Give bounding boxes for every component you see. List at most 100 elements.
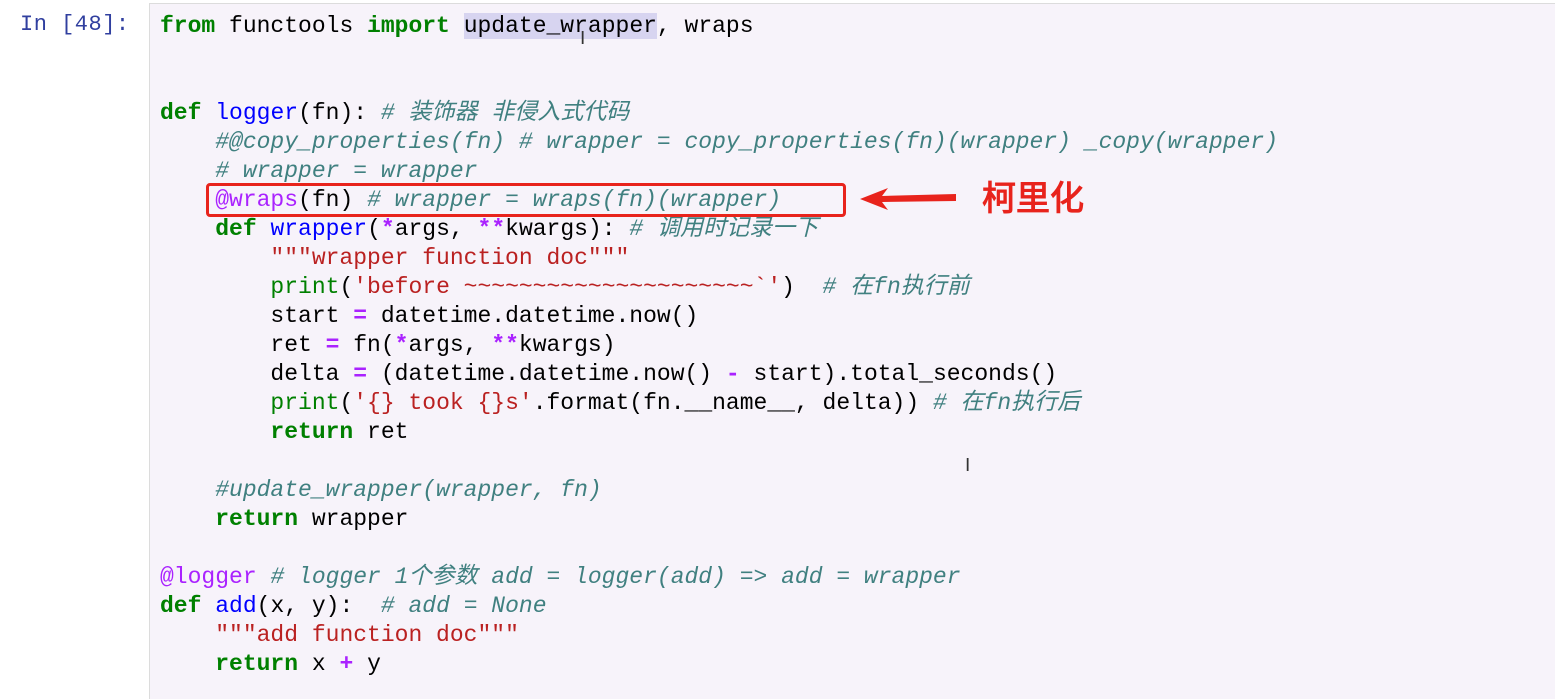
code-token: return xyxy=(270,419,354,445)
text-cursor-icon: I xyxy=(965,455,971,476)
code-token: wrapper xyxy=(298,506,409,532)
code-token: .format(fn.__name__, delta)) xyxy=(532,390,933,416)
code-token: # logger 1个参数 add = logger(add) => add =… xyxy=(270,564,961,590)
code-token: - xyxy=(725,361,740,387)
code-token: """add function doc""" xyxy=(215,622,519,648)
code-token: (datetime.datetime.now() xyxy=(367,361,726,387)
code-line[interactable]: return ret xyxy=(160,418,1278,447)
code-token: = xyxy=(353,361,368,387)
code-token: = xyxy=(353,303,368,329)
code-line[interactable]: def logger(fn): # 装饰器 非侵入式代码 xyxy=(160,99,1278,128)
code-token: add xyxy=(215,593,257,619)
code-line[interactable]: #update_wrapper(wrapper, fn) xyxy=(160,476,1278,505)
code-token: y xyxy=(353,651,381,677)
code-token: ret xyxy=(160,332,326,358)
code-token: ** xyxy=(491,332,519,358)
code-token: (fn): xyxy=(298,100,381,126)
code-line[interactable]: ret = fn(*args, **kwargs) xyxy=(160,331,1278,360)
code-token: ( xyxy=(339,274,354,300)
code-token: print xyxy=(270,390,340,416)
code-token: update_wrapper xyxy=(463,13,657,39)
code-line[interactable]: def add(x, y): # add = None xyxy=(160,592,1278,621)
code-token: wrapper xyxy=(270,216,368,242)
code-line[interactable]: #@copy_properties(fn) # wrapper = copy_p… xyxy=(160,128,1278,157)
code-token: import xyxy=(367,13,450,39)
code-token: * xyxy=(394,332,409,358)
code-token: args, xyxy=(408,332,492,358)
code-token: (x, y): xyxy=(256,593,381,619)
code-token: ** xyxy=(477,216,506,242)
code-line[interactable]: print('{} took {}s'.format(fn.__name__, … xyxy=(160,389,1278,418)
code-token: start xyxy=(160,303,354,329)
code-editor[interactable]: from functools import update_wrapper, wr… xyxy=(160,12,1278,679)
code-line[interactable]: return x + y xyxy=(160,650,1278,679)
text-cursor-icon: I xyxy=(580,28,586,49)
code-token: + xyxy=(339,651,354,677)
code-line[interactable] xyxy=(160,41,1278,70)
code-token: # wrapper = wrapper xyxy=(215,158,478,184)
code-token: ret xyxy=(353,419,409,445)
cell-prompt: In [48]: xyxy=(20,12,130,37)
code-token: args, xyxy=(394,216,478,242)
code-token: return xyxy=(215,651,299,677)
annotation-label: 柯里化 xyxy=(982,179,1084,219)
code-token: functools xyxy=(215,13,368,39)
code-line[interactable]: from functools import update_wrapper, wr… xyxy=(160,12,1278,41)
code-line[interactable]: start = datetime.datetime.now() xyxy=(160,302,1278,331)
code-token: = xyxy=(325,332,340,358)
code-line[interactable]: @logger # logger 1个参数 add = logger(add) … xyxy=(160,563,1278,592)
code-token: , wraps xyxy=(656,13,754,39)
code-token: kwargs) xyxy=(518,332,616,358)
code-line[interactable]: return wrapper xyxy=(160,505,1278,534)
code-token: # add = None xyxy=(380,593,547,619)
code-token: # 调用时记录一下 xyxy=(629,216,818,242)
code-token: def xyxy=(160,593,202,619)
code-token: def xyxy=(215,216,257,242)
code-line[interactable]: print('before ~~~~~~~~~~~~~~~~~~~~~`') #… xyxy=(160,273,1278,302)
code-token: #@copy_properties(fn) # wrapper = copy_p… xyxy=(215,129,1278,155)
code-token: # 在fn执行前 xyxy=(822,274,970,300)
code-token: @logger xyxy=(160,564,257,590)
code-token: ) xyxy=(781,274,823,300)
annotation-highlight-box xyxy=(206,183,846,217)
code-line[interactable] xyxy=(160,70,1278,99)
annotation-arrow-icon xyxy=(860,188,956,210)
code-token: x xyxy=(298,651,340,677)
code-token: logger xyxy=(215,100,299,126)
code-line[interactable] xyxy=(160,534,1278,563)
code-token: #update_wrapper(wrapper, fn) xyxy=(215,477,602,503)
code-token: '{} took {}s' xyxy=(353,390,533,416)
code-line[interactable]: """add function doc""" xyxy=(160,621,1278,650)
code-line[interactable]: """wrapper function doc""" xyxy=(160,244,1278,273)
code-token: from xyxy=(160,13,216,39)
code-token: """wrapper function doc""" xyxy=(270,245,630,271)
code-line[interactable] xyxy=(160,447,1278,476)
code-token: def xyxy=(160,100,202,126)
code-line[interactable]: delta = (datetime.datetime.now() - start… xyxy=(160,360,1278,389)
code-token: ( xyxy=(339,390,354,416)
code-token: kwargs): xyxy=(505,216,630,242)
code-line[interactable]: def wrapper(*args, **kwargs): # 调用时记录一下 xyxy=(160,215,1278,244)
code-token: datetime.datetime.now() xyxy=(367,303,699,329)
code-token: # 装饰器 非侵入式代码 xyxy=(380,100,630,126)
code-line[interactable]: # wrapper = wrapper xyxy=(160,157,1278,186)
code-token: * xyxy=(380,216,395,242)
code-token: return xyxy=(215,506,299,532)
code-token: start).total_seconds() xyxy=(739,361,1058,387)
